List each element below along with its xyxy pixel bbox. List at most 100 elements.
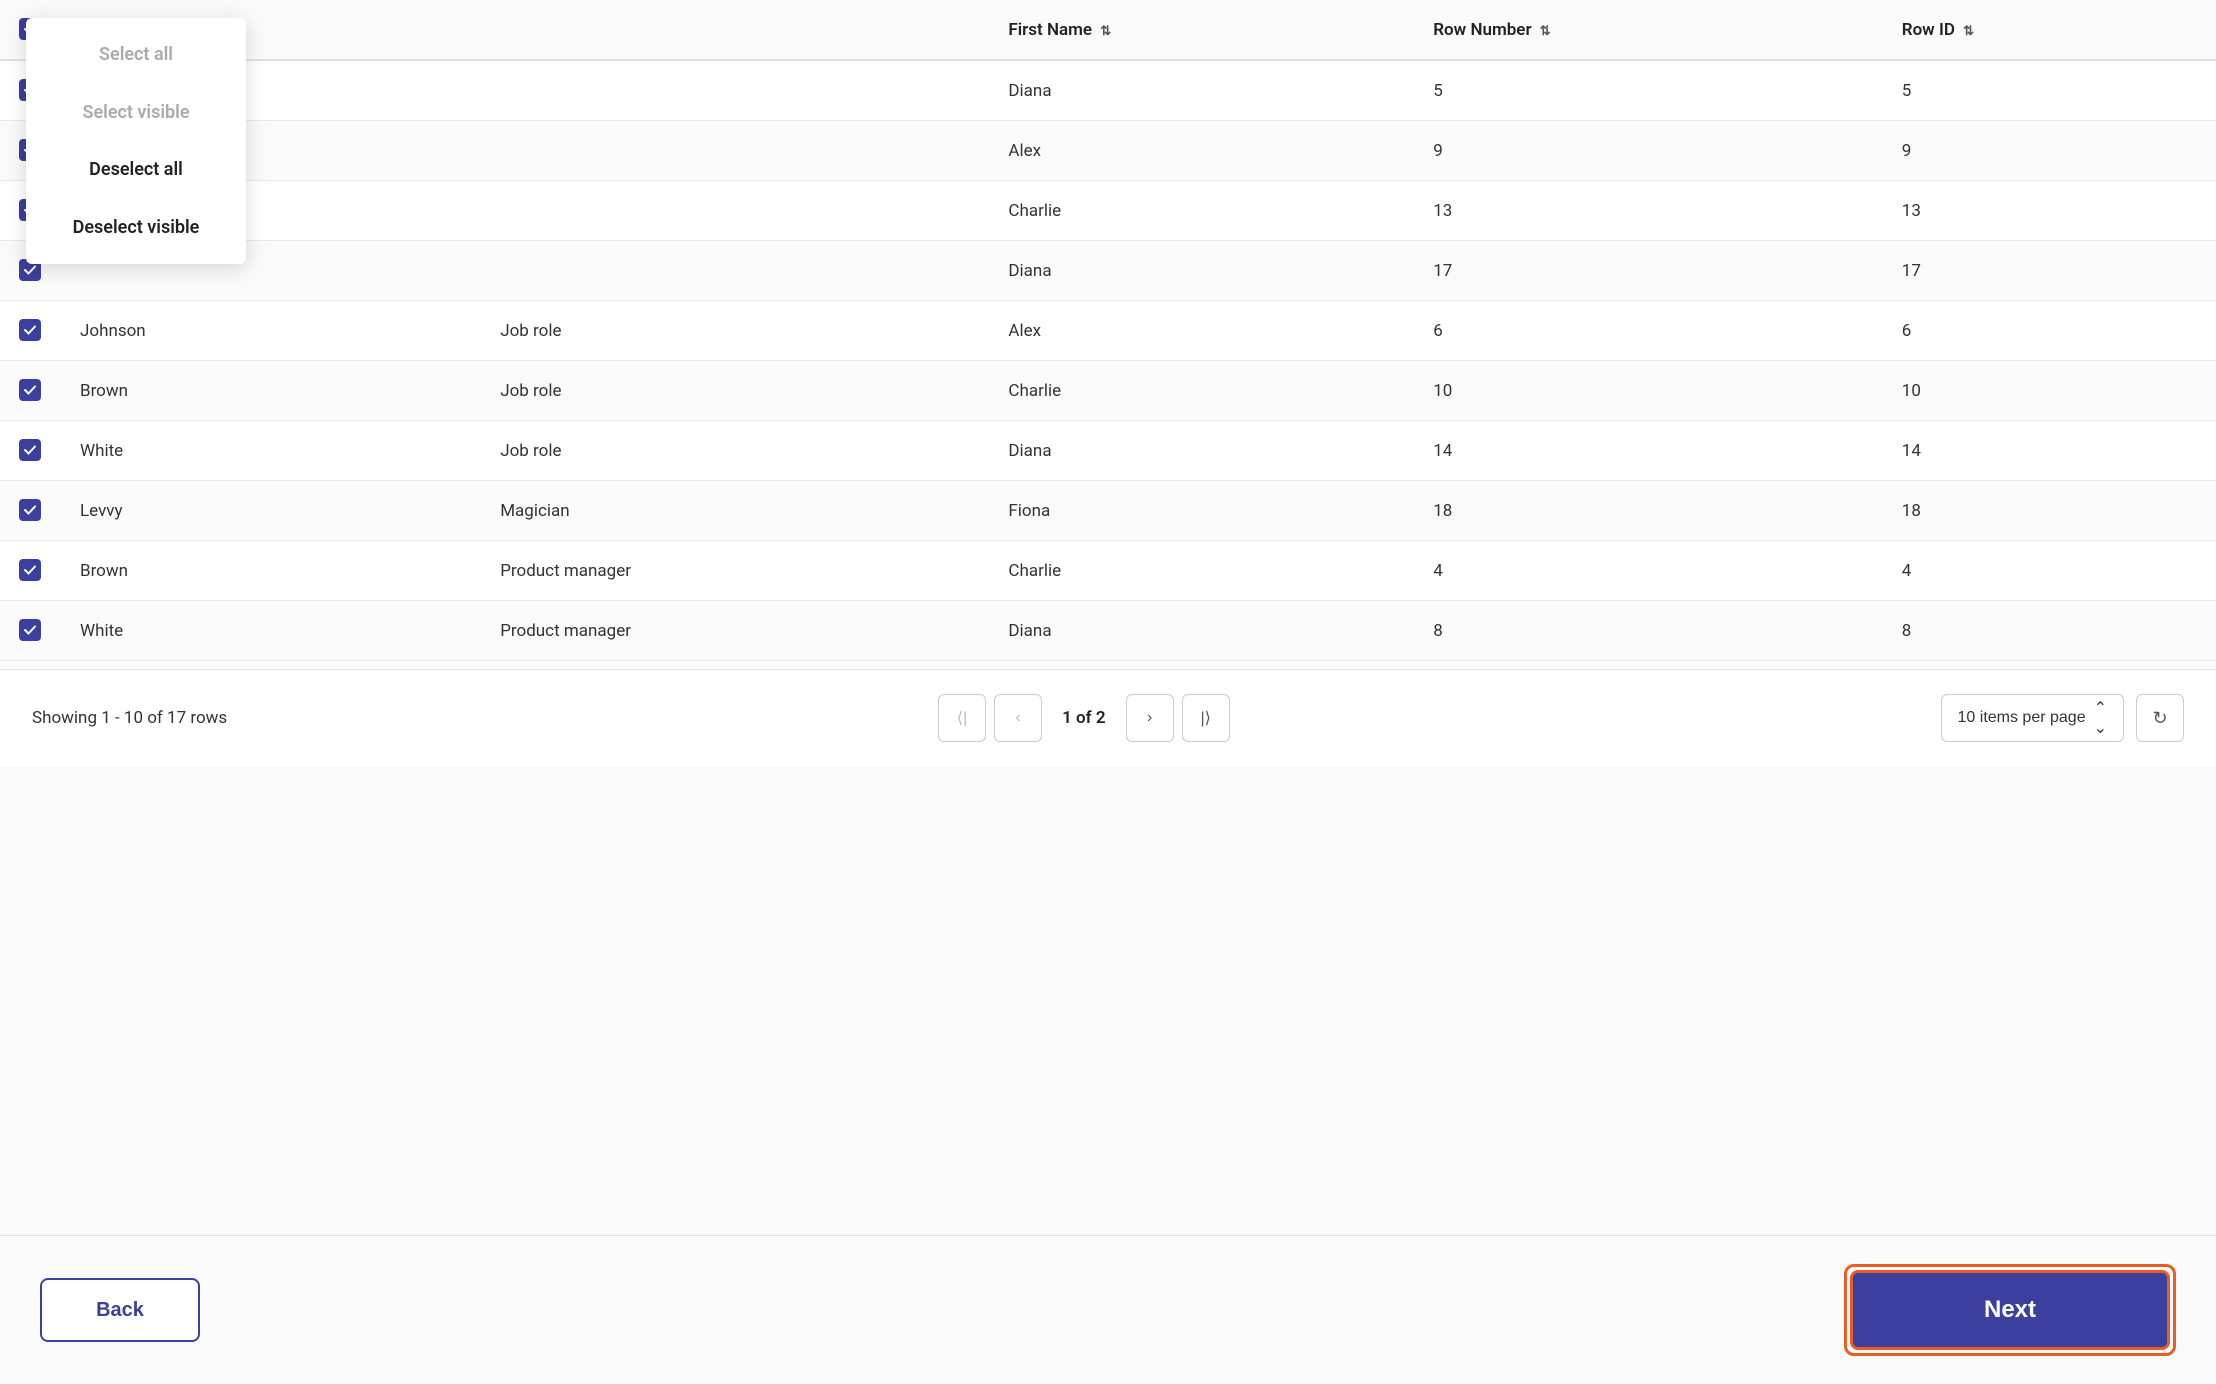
deselect-all-item[interactable]: Deselect all [26, 141, 246, 199]
main-content: Select all Select visible Deselect all D… [0, 0, 2216, 1235]
cell-row-id: 4 [1882, 541, 2216, 601]
cell-last-name: Brown [60, 541, 480, 601]
cell-last-name: White [60, 601, 480, 661]
cell-first-name: Charlie [988, 541, 1413, 601]
cell-row-id: 18 [1882, 481, 2216, 541]
cell-role: Job role [480, 361, 988, 421]
cell-last-name: Johnson [60, 301, 480, 361]
table-row: WhiteProduct managerDiana88 [0, 601, 2216, 661]
prev-page-button[interactable]: ‹ [994, 694, 1042, 742]
cell-role [480, 181, 988, 241]
cell-row-number: 14 [1413, 421, 1882, 481]
cell-last-name: Levvy [60, 481, 480, 541]
select-visible-item[interactable]: Select visible [26, 84, 246, 142]
cell-row-id: 13 [1882, 181, 2216, 241]
cell-row-number: 18 [1413, 481, 1882, 541]
cell-first-name: Charlie [988, 181, 1413, 241]
table-row: WhiteJob roleDiana1414 [0, 421, 2216, 481]
row-number-sort-icon: ⇅ [1540, 24, 1551, 39]
header-row-number[interactable]: Row Number ⇅ [1413, 0, 1882, 60]
first-name-sort-icon: ⇅ [1100, 24, 1111, 39]
cell-first-name: Diana [988, 241, 1413, 301]
cell-row-id: 10 [1882, 361, 2216, 421]
cell-last-name: White [60, 421, 480, 481]
header-role [480, 0, 988, 60]
cell-row-number: 5 [1413, 60, 1882, 121]
cell-last-name: Brown [60, 361, 480, 421]
row-checkbox[interactable] [19, 439, 41, 461]
cell-row-number: 9 [1413, 121, 1882, 181]
footer-bar: Back Next [0, 1235, 2216, 1384]
cell-first-name: Alex [988, 301, 1413, 361]
cell-first-name: Charlie [988, 361, 1413, 421]
cell-first-name: Diana [988, 421, 1413, 481]
table-row: BrownProduct managerCharlie44 [0, 541, 2216, 601]
selection-dropdown: Select all Select visible Deselect all D… [26, 18, 246, 264]
cell-row-number: 8 [1413, 601, 1882, 661]
table-header-row: Select all Select visible Deselect all D… [0, 0, 2216, 60]
cell-first-name: Alex [988, 121, 1413, 181]
cell-first-name: Diana [988, 60, 1413, 121]
next-page-button[interactable]: › [1126, 694, 1174, 742]
cell-role: Job role [480, 301, 988, 361]
data-table: Select all Select visible Deselect all D… [0, 0, 2216, 661]
row-checkbox[interactable] [19, 319, 41, 341]
first-page-button[interactable]: ⟨| [938, 694, 986, 742]
row-checkbox-cell [0, 541, 60, 601]
cell-role: Job role [480, 421, 988, 481]
table-row: Diana1717 [0, 241, 2216, 301]
row-checkbox[interactable] [19, 379, 41, 401]
cell-row-id: 6 [1882, 301, 2216, 361]
last-page-button[interactable]: |⟩ [1182, 694, 1230, 742]
cell-row-id: 5 [1882, 60, 2216, 121]
table-row: Charlie1313 [0, 181, 2216, 241]
row-checkbox-cell [0, 301, 60, 361]
cell-first-name: Diana [988, 601, 1413, 661]
showing-text: Showing 1 - 10 of 17 rows [32, 708, 227, 728]
cell-role [480, 121, 988, 181]
per-page-chevron-icon: ⌃⌄ [2094, 698, 2107, 738]
cell-row-id: 8 [1882, 601, 2216, 661]
table-row: Alex99 [0, 121, 2216, 181]
row-checkbox[interactable] [19, 619, 41, 641]
row-checkbox[interactable] [19, 499, 41, 521]
cell-role: Product manager [480, 541, 988, 601]
cell-role [480, 60, 988, 121]
row-checkbox-cell [0, 481, 60, 541]
row-checkbox[interactable] [19, 559, 41, 581]
table-row: Diana55 [0, 60, 2216, 121]
cell-role: Magician [480, 481, 988, 541]
table-wrapper: Select all Select visible Deselect all D… [0, 0, 2216, 661]
next-button-wrapper: Next [1844, 1264, 2176, 1356]
cell-row-number: 13 [1413, 181, 1882, 241]
next-button[interactable]: Next [1850, 1270, 2170, 1350]
refresh-button[interactable]: ↻ [2136, 694, 2184, 742]
deselect-visible-item[interactable]: Deselect visible [26, 199, 246, 257]
header-checkbox-cell: Select all Select visible Deselect all D… [0, 0, 60, 60]
cell-first-name: Fiona [988, 481, 1413, 541]
row-id-sort-icon: ⇅ [1963, 24, 1974, 39]
header-row-id[interactable]: Row ID ⇅ [1882, 0, 2216, 60]
per-page-dropdown[interactable]: 10 items per page ⌃⌄ [1941, 694, 2124, 742]
page-info: 1 of 2 [1050, 708, 1118, 728]
header-first-name[interactable]: First Name ⇅ [988, 0, 1413, 60]
cell-row-number: 4 [1413, 541, 1882, 601]
table-row: LevvyMagicianFiona1818 [0, 481, 2216, 541]
pagination-bar: Showing 1 - 10 of 17 rows ⟨| ‹ 1 of 2 › … [0, 669, 2216, 766]
row-checkbox-cell [0, 421, 60, 481]
cell-row-id: 9 [1882, 121, 2216, 181]
row-checkbox-cell [0, 601, 60, 661]
cell-row-id: 14 [1882, 421, 2216, 481]
select-all-item[interactable]: Select all [26, 26, 246, 84]
cell-row-number: 17 [1413, 241, 1882, 301]
cell-row-number: 6 [1413, 301, 1882, 361]
table-row: JohnsonJob roleAlex66 [0, 301, 2216, 361]
back-button[interactable]: Back [40, 1278, 200, 1342]
per-page-select: 10 items per page ⌃⌄ ↻ [1941, 694, 2184, 742]
row-checkbox-cell [0, 361, 60, 421]
table-row: BrownJob roleCharlie1010 [0, 361, 2216, 421]
per-page-label: 10 items per page [1958, 709, 2086, 727]
cell-row-number: 10 [1413, 361, 1882, 421]
cell-role: Product manager [480, 601, 988, 661]
cell-role [480, 241, 988, 301]
